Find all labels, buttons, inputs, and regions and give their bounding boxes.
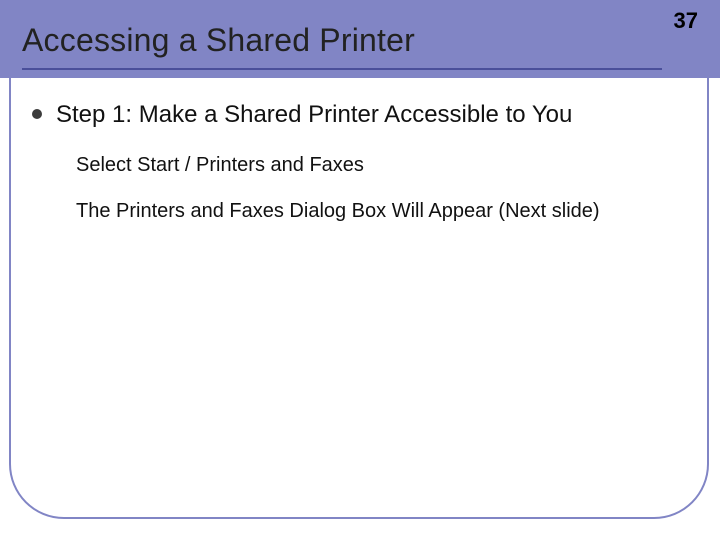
slide-content: Step 1: Make a Shared Printer Accessible… bbox=[32, 100, 672, 244]
sub-item-1: Select Start / Printers and Faxes bbox=[76, 152, 672, 178]
slide-title: Accessing a Shared Printer bbox=[22, 22, 415, 59]
bullet-dot-icon bbox=[32, 109, 42, 119]
sub-item-2: The Printers and Faxes Dialog Box Will A… bbox=[76, 198, 672, 224]
page-number: 37 bbox=[674, 8, 698, 34]
title-underline bbox=[22, 68, 662, 70]
bullet-main-text: Step 1: Make a Shared Printer Accessible… bbox=[56, 100, 572, 130]
bullet-item: Step 1: Make a Shared Printer Accessible… bbox=[32, 100, 672, 130]
